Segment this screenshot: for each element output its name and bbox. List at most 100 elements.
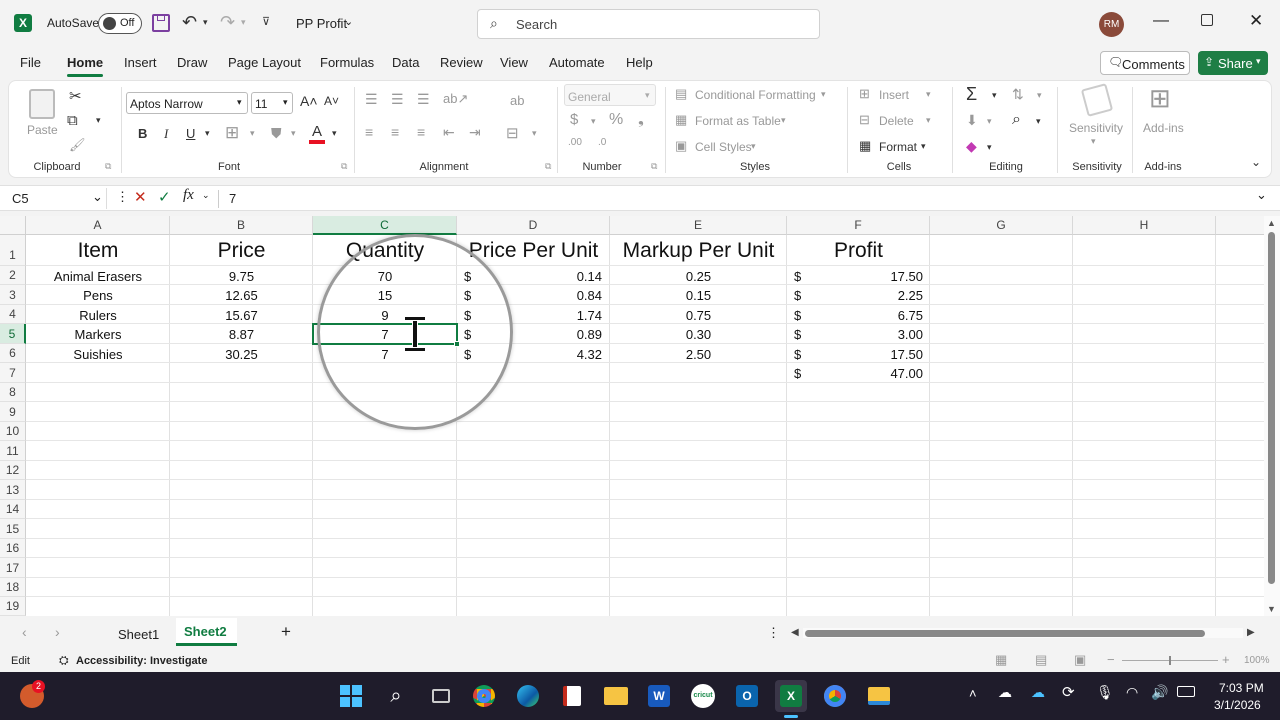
column-header-e[interactable]: E xyxy=(610,216,787,235)
font-launcher-icon[interactable]: ⧉ xyxy=(341,161,347,172)
autosum-icon[interactable]: Σ xyxy=(966,84,977,105)
tabs-more-icon[interactable]: ⋮ xyxy=(767,625,780,641)
font-color-dropdown-icon[interactable]: ▾ xyxy=(332,128,337,139)
format-painter-icon[interactable]: 🖌 xyxy=(69,137,86,153)
row-header-14[interactable]: 14 xyxy=(0,500,26,519)
menu-help[interactable]: Help xyxy=(626,55,653,70)
clipboard-launcher-icon[interactable]: ⧉ xyxy=(105,161,111,172)
cell-item[interactable]: Rulers xyxy=(26,308,170,323)
menu-review[interactable]: Review xyxy=(440,55,483,70)
column-header-a[interactable]: A xyxy=(26,216,170,235)
find-select-icon[interactable]: ⌕ xyxy=(1012,111,1021,129)
insert-cells-button[interactable]: Insert xyxy=(879,88,909,102)
accessibility-icon[interactable]: ⛭ xyxy=(59,653,69,668)
format-cells-icon[interactable]: ▦ xyxy=(859,138,871,154)
font-name-select[interactable]: Aptos Narrow ▾ xyxy=(126,92,248,114)
header-profit[interactable]: Profit xyxy=(787,239,930,263)
find-dropdown-icon[interactable]: ▾ xyxy=(1036,116,1041,127)
row-header-17[interactable]: 17 xyxy=(0,558,26,578)
next-sheet-icon[interactable]: › xyxy=(55,624,60,640)
name-box[interactable]: C5 ⌄ xyxy=(6,188,107,209)
excel-taskbar-icon[interactable]: X xyxy=(775,680,807,712)
formula-input[interactable]: 7 xyxy=(229,191,236,206)
number-launcher-icon[interactable]: ⧉ xyxy=(651,161,657,172)
cell-item[interactable]: Markers xyxy=(26,327,170,342)
normal-view-icon[interactable]: ▦ xyxy=(995,652,1007,668)
horizontal-scroll-track[interactable] xyxy=(803,628,1243,638)
sort-filter-dropdown-icon[interactable]: ▾ xyxy=(1037,90,1042,101)
cell-markup[interactable]: 0.15 xyxy=(610,288,787,303)
row-header-4[interactable]: 4 xyxy=(0,305,26,324)
row-header-12[interactable]: 12 xyxy=(0,461,26,480)
vertical-scrollbar[interactable]: ▲ ▼ xyxy=(1264,216,1280,616)
paste-icon[interactable] xyxy=(29,89,55,119)
cell-profit[interactable]: 17.50 xyxy=(850,269,923,284)
conditional-formatting-chevron-icon[interactable]: ▾ xyxy=(821,89,826,100)
column-header-d[interactable]: D xyxy=(457,216,610,235)
menu-view[interactable]: View xyxy=(500,55,528,70)
insert-cells-chevron-icon[interactable]: ▾ xyxy=(926,89,931,100)
edge-icon[interactable] xyxy=(512,680,544,712)
customize-toolbar-icon[interactable]: ⊽ xyxy=(262,15,270,28)
autosum-dropdown-icon[interactable]: ▾ xyxy=(992,90,997,101)
column-header-g[interactable]: G xyxy=(930,216,1073,235)
row-header-2[interactable]: 2 xyxy=(0,266,26,285)
increase-font-icon[interactable]: A˄ xyxy=(300,93,318,109)
spreadsheet-grid[interactable]: A B C D E F G H 1 2 3 4 5 6 7 8 9 10 11 … xyxy=(0,216,1264,616)
comments-button[interactable]: 🗨 Comments xyxy=(1100,51,1190,75)
page-break-view-icon[interactable]: ▣ xyxy=(1074,652,1086,668)
start-icon[interactable] xyxy=(335,680,367,712)
cell-price-per-unit[interactable]: 1.74 xyxy=(540,308,602,323)
borders-icon[interactable]: ⊞ xyxy=(225,123,239,143)
add-sheet-icon[interactable]: + xyxy=(281,622,291,642)
align-middle-icon[interactable]: ☰ xyxy=(391,91,404,108)
search-box[interactable]: ⌕ Search xyxy=(477,9,820,39)
cell-price-per-unit[interactable]: 0.89 xyxy=(540,327,602,342)
percent-icon[interactable]: % xyxy=(609,111,623,129)
underline-dropdown-icon[interactable]: ▾ xyxy=(205,128,210,139)
menu-insert[interactable]: Insert xyxy=(124,55,157,70)
paste-label[interactable]: Paste xyxy=(27,123,58,137)
borders-dropdown-icon[interactable]: ▾ xyxy=(250,128,255,139)
cancel-icon[interactable]: ✕ xyxy=(134,188,147,206)
select-all-corner[interactable] xyxy=(0,216,26,235)
file-name[interactable]: PP Profit xyxy=(296,16,347,31)
column-header-b[interactable]: B xyxy=(170,216,313,235)
merge-dropdown-icon[interactable]: ▾ xyxy=(532,128,537,139)
row-header-13[interactable]: 13 xyxy=(0,480,26,500)
currency-icon[interactable]: $ xyxy=(570,111,578,128)
currency-dropdown-icon[interactable]: ▾ xyxy=(591,116,596,127)
restore-icon[interactable] xyxy=(1201,14,1213,26)
cell-price[interactable]: 8.87 xyxy=(170,327,313,342)
cell-profit[interactable]: 6.75 xyxy=(850,308,923,323)
redo-dropdown-icon[interactable]: ▾ xyxy=(241,17,246,28)
total-profit[interactable]: 47.00 xyxy=(850,366,923,381)
cell-markup[interactable]: 0.25 xyxy=(610,269,787,284)
insert-cells-icon[interactable]: ⊞ xyxy=(859,86,870,102)
undo-dropdown-icon[interactable]: ▾ xyxy=(203,17,208,28)
menu-draw[interactable]: Draw xyxy=(177,55,207,70)
cell-price-per-unit[interactable]: 0.14 xyxy=(540,269,602,284)
folder-sync-icon[interactable] xyxy=(863,680,895,712)
column-header-h[interactable]: H xyxy=(1073,216,1216,235)
cell-price[interactable]: 30.25 xyxy=(170,347,313,362)
function-chevron-icon[interactable]: ⌄ xyxy=(202,190,210,201)
task-view-icon[interactable] xyxy=(425,680,457,712)
row-header-18[interactable]: 18 xyxy=(0,578,26,597)
enter-icon[interactable]: ✓ xyxy=(158,188,171,206)
menu-home[interactable]: Home xyxy=(67,55,103,70)
cell-price[interactable]: 15.67 xyxy=(170,308,313,323)
word-icon[interactable]: W xyxy=(643,680,675,712)
number-format-select[interactable]: General ▾ xyxy=(564,84,656,106)
row-header-8[interactable]: 8 xyxy=(0,383,26,402)
fill-dropdown-icon[interactable]: ▾ xyxy=(291,128,296,139)
cell-item[interactable]: Animal Erasers xyxy=(26,269,170,284)
format-as-table-button[interactable]: Format as Table xyxy=(695,114,781,128)
avatar[interactable]: RM xyxy=(1099,12,1124,37)
tab-sheet1[interactable]: Sheet1 xyxy=(118,627,159,642)
cell-markup[interactable]: 0.75 xyxy=(610,308,787,323)
fill-dropdown-icon[interactable]: ▾ xyxy=(987,116,992,127)
snipping-tool-icon[interactable] xyxy=(556,680,588,712)
close-icon[interactable]: ✕ xyxy=(1249,11,1263,31)
cell-item[interactable]: Pens xyxy=(26,288,170,303)
